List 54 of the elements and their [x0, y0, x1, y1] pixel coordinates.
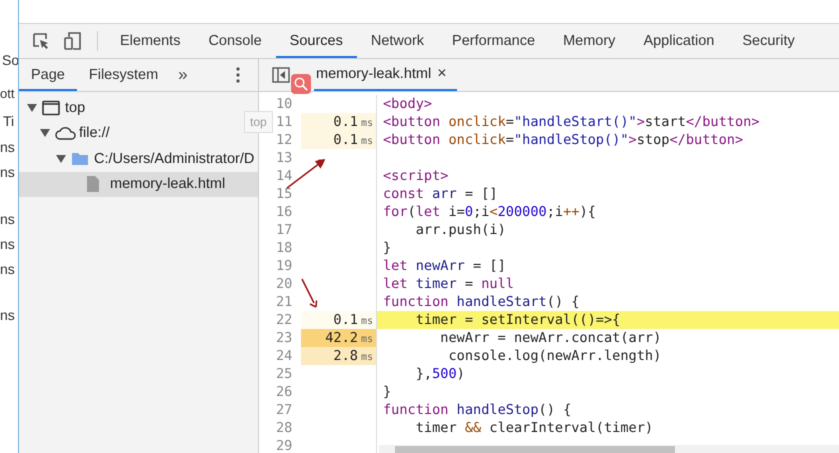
timing-marker: 0.1 ms	[301, 311, 377, 329]
timing-marker: 42.2 ms	[301, 329, 377, 347]
code-line: }	[382, 239, 392, 257]
code-line: arr.push(i)	[414, 221, 507, 239]
background-text: ns	[0, 139, 15, 155]
line-number: 22	[275, 311, 294, 329]
line-number: 25	[275, 365, 294, 383]
code-line: let newArr = []	[382, 257, 507, 275]
code-line: },500)	[414, 365, 466, 383]
background-text: ns	[0, 307, 15, 323]
line-number: 17	[275, 221, 294, 239]
code-line: function handleStart() {	[382, 293, 580, 311]
line-number: 13	[275, 149, 294, 167]
code-line: for(let i=0;i<200000;i++){	[382, 203, 597, 221]
code-line: function handleStop() {	[382, 401, 572, 419]
tree-label: file://	[79, 125, 110, 142]
tooltip: top	[244, 111, 273, 133]
line-number: 14	[275, 167, 294, 185]
timing-marker: 0.1 ms	[301, 113, 377, 131]
code-line: <button onclick="handleStart()">start</button>	[382, 113, 761, 131]
code-line: let timer = null	[382, 275, 515, 293]
code-line: <script>	[382, 167, 450, 185]
code-line: const arr = []	[382, 185, 499, 203]
line-number: 20	[275, 275, 294, 293]
line-number: 28	[275, 419, 294, 437]
code-line: <button onclick="handleStop()">stop</button>	[382, 131, 744, 149]
line-number: 23	[275, 329, 294, 347]
timing-marker: 2.8 ms	[301, 347, 377, 365]
line-number: 18	[275, 239, 294, 257]
timing-marker: 0.1 ms	[301, 131, 377, 149]
line-number: 16	[275, 203, 294, 221]
tree-label: C:/Users/Administrator/D	[94, 150, 254, 167]
code-line: console.log(newArr.length)	[447, 347, 662, 365]
code-line: newArr = newArr.concat(arr)	[439, 329, 662, 347]
background-text: ns	[0, 164, 15, 180]
line-number: 10	[275, 95, 294, 113]
background-text: ns	[0, 236, 15, 252]
code-line: timer && clearInterval(timer)	[414, 419, 654, 437]
tree-label: top	[65, 100, 86, 116]
background-text: ns	[0, 261, 15, 277]
line-number: 12	[275, 131, 294, 149]
background-text: Ti	[3, 113, 14, 129]
line-number: 15	[275, 185, 294, 203]
background-text: ns	[0, 211, 15, 227]
line-number: 26	[275, 383, 294, 401]
line-number: 29	[275, 437, 294, 453]
code-line: }	[382, 383, 392, 401]
line-number: 19	[275, 257, 294, 275]
line-number: 27	[275, 401, 294, 419]
background-text: ott	[0, 86, 14, 101]
line-number: 21	[275, 293, 294, 311]
tree-label: memory-leak.html	[110, 176, 226, 192]
line-number: 24	[275, 347, 294, 365]
code-line: <body>	[382, 95, 434, 113]
